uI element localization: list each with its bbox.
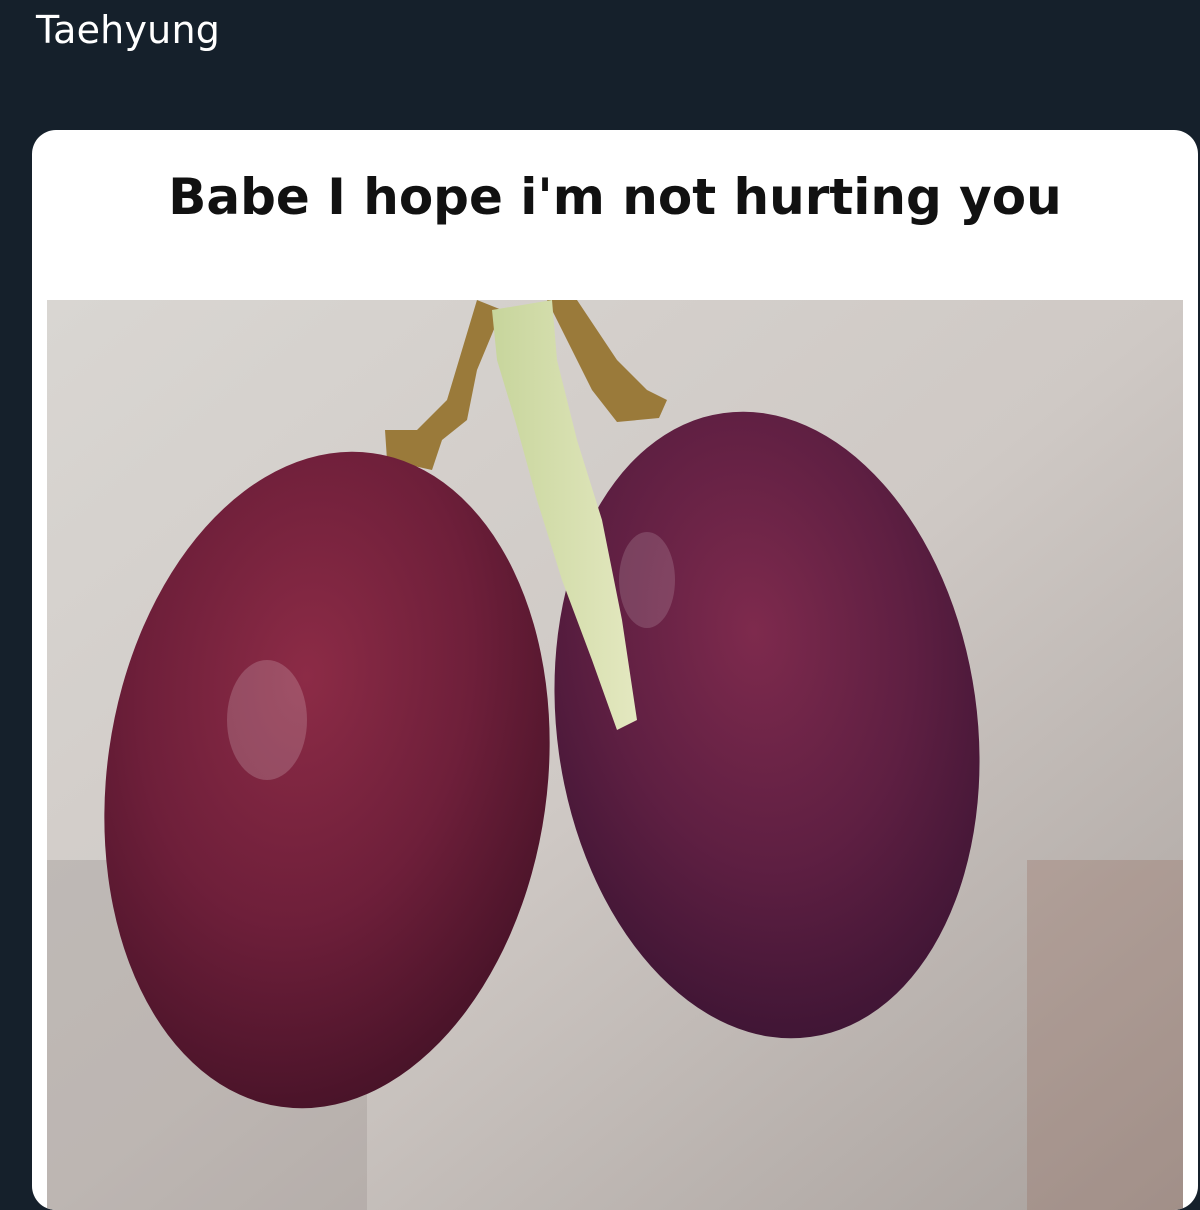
background-object: [1027, 860, 1183, 1210]
left-grape-highlight: [227, 660, 307, 780]
grapes-photo[interactable]: [47, 300, 1183, 1210]
tweet-text: Taehyung: [36, 8, 221, 52]
right-grape-highlight: [619, 532, 675, 628]
meme-card[interactable]: Babe I hope i'm not hurting you: [32, 130, 1198, 1210]
grapes-illustration: [47, 300, 1183, 1210]
meme-caption: Babe I hope i'm not hurting you: [168, 168, 1062, 226]
